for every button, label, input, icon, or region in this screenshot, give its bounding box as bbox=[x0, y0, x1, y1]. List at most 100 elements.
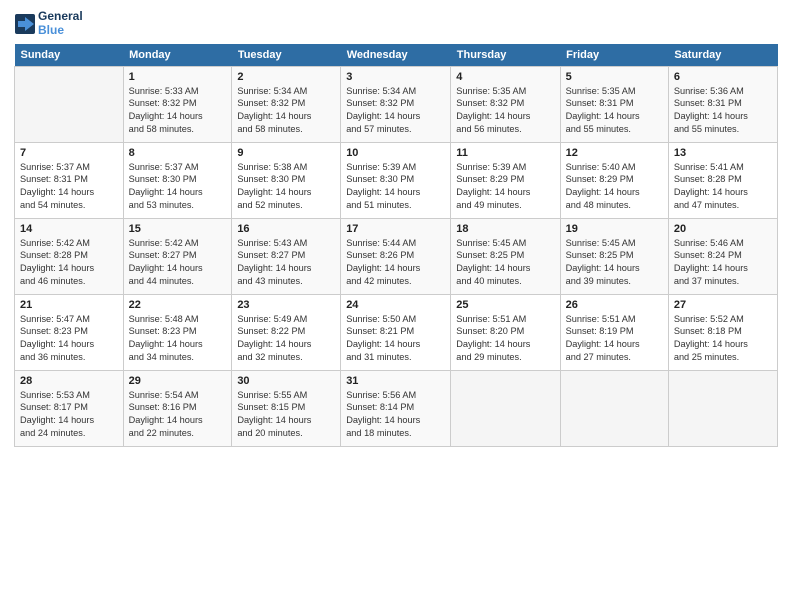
calendar-cell: 22 Sunrise: 5:48 AMSunset: 8:23 PMDayligh… bbox=[123, 294, 232, 370]
day-number: 12 bbox=[566, 147, 663, 159]
calendar-cell: 12 Sunrise: 5:40 AMSunset: 8:29 PMDayligh… bbox=[560, 142, 668, 218]
calendar-cell: 18 Sunrise: 5:45 AMSunset: 8:25 PMDayligh… bbox=[451, 218, 560, 294]
calendar-cell: 29 Sunrise: 5:54 AMSunset: 8:16 PMDayligh… bbox=[123, 370, 232, 446]
day-info: Sunrise: 5:42 AMSunset: 8:28 PMDaylight:… bbox=[20, 237, 118, 289]
col-header-monday: Monday bbox=[123, 44, 232, 67]
day-number: 28 bbox=[20, 375, 118, 387]
col-header-sunday: Sunday bbox=[15, 44, 124, 67]
day-number: 24 bbox=[346, 299, 445, 311]
day-info: Sunrise: 5:46 AMSunset: 8:24 PMDaylight:… bbox=[674, 237, 772, 289]
day-info: Sunrise: 5:44 AMSunset: 8:26 PMDaylight:… bbox=[346, 237, 445, 289]
day-number: 14 bbox=[20, 223, 118, 235]
logo-text-blue: Blue bbox=[38, 24, 83, 38]
calendar-cell: 31 Sunrise: 5:56 AMSunset: 8:14 PMDayligh… bbox=[341, 370, 451, 446]
calendar-cell: 7 Sunrise: 5:37 AMSunset: 8:31 PMDaylight… bbox=[15, 142, 124, 218]
col-header-thursday: Thursday bbox=[451, 44, 560, 67]
day-info: Sunrise: 5:43 AMSunset: 8:27 PMDaylight:… bbox=[237, 237, 335, 289]
day-info: Sunrise: 5:51 AMSunset: 8:20 PMDaylight:… bbox=[456, 313, 554, 365]
calendar-cell: 20 Sunrise: 5:46 AMSunset: 8:24 PMDayligh… bbox=[668, 218, 777, 294]
calendar-cell: 6 Sunrise: 5:36 AMSunset: 8:31 PMDaylight… bbox=[668, 66, 777, 142]
calendar-cell: 14 Sunrise: 5:42 AMSunset: 8:28 PMDayligh… bbox=[15, 218, 124, 294]
logo: General Blue bbox=[14, 10, 83, 38]
col-header-friday: Friday bbox=[560, 44, 668, 67]
day-number: 5 bbox=[566, 71, 663, 83]
day-info: Sunrise: 5:49 AMSunset: 8:22 PMDaylight:… bbox=[237, 313, 335, 365]
day-info: Sunrise: 5:39 AMSunset: 8:29 PMDaylight:… bbox=[456, 161, 554, 213]
day-info: Sunrise: 5:42 AMSunset: 8:27 PMDaylight:… bbox=[129, 237, 227, 289]
day-info: Sunrise: 5:51 AMSunset: 8:19 PMDaylight:… bbox=[566, 313, 663, 365]
day-number: 30 bbox=[237, 375, 335, 387]
day-info: Sunrise: 5:34 AMSunset: 8:32 PMDaylight:… bbox=[237, 85, 335, 137]
day-number: 9 bbox=[237, 147, 335, 159]
day-info: Sunrise: 5:37 AMSunset: 8:30 PMDaylight:… bbox=[129, 161, 227, 213]
calendar-cell: 11 Sunrise: 5:39 AMSunset: 8:29 PMDayligh… bbox=[451, 142, 560, 218]
calendar-cell: 16 Sunrise: 5:43 AMSunset: 8:27 PMDayligh… bbox=[232, 218, 341, 294]
day-info: Sunrise: 5:37 AMSunset: 8:31 PMDaylight:… bbox=[20, 161, 118, 213]
day-number: 20 bbox=[674, 223, 772, 235]
day-info: Sunrise: 5:56 AMSunset: 8:14 PMDaylight:… bbox=[346, 389, 445, 441]
day-number: 29 bbox=[129, 375, 227, 387]
day-info: Sunrise: 5:45 AMSunset: 8:25 PMDaylight:… bbox=[566, 237, 663, 289]
day-number: 2 bbox=[237, 71, 335, 83]
calendar-cell: 26 Sunrise: 5:51 AMSunset: 8:19 PMDayligh… bbox=[560, 294, 668, 370]
day-number: 15 bbox=[129, 223, 227, 235]
day-info: Sunrise: 5:53 AMSunset: 8:17 PMDaylight:… bbox=[20, 389, 118, 441]
day-number: 22 bbox=[129, 299, 227, 311]
day-number: 23 bbox=[237, 299, 335, 311]
day-number: 13 bbox=[674, 147, 772, 159]
calendar-cell bbox=[560, 370, 668, 446]
day-info: Sunrise: 5:34 AMSunset: 8:32 PMDaylight:… bbox=[346, 85, 445, 137]
calendar-cell: 17 Sunrise: 5:44 AMSunset: 8:26 PMDayligh… bbox=[341, 218, 451, 294]
day-number: 6 bbox=[674, 71, 772, 83]
calendar-cell: 19Sunrise: 5:45 AMSunset: 8:25 PMDayligh… bbox=[560, 218, 668, 294]
day-number: 3 bbox=[346, 71, 445, 83]
calendar-cell: 10 Sunrise: 5:39 AMSunset: 8:30 PMDayligh… bbox=[341, 142, 451, 218]
day-info: Sunrise: 5:45 AMSunset: 8:25 PMDaylight:… bbox=[456, 237, 554, 289]
day-number: 11 bbox=[456, 147, 554, 159]
calendar-cell: 27Sunrise: 5:52 AMSunset: 8:18 PMDayligh… bbox=[668, 294, 777, 370]
day-number: 27 bbox=[674, 299, 772, 311]
day-info: Sunrise: 5:47 AMSunset: 8:23 PMDaylight:… bbox=[20, 313, 118, 365]
day-number: 16 bbox=[237, 223, 335, 235]
day-number: 4 bbox=[456, 71, 554, 83]
day-number: 7 bbox=[20, 147, 118, 159]
calendar-cell: 9 Sunrise: 5:38 AMSunset: 8:30 PMDaylight… bbox=[232, 142, 341, 218]
calendar-cell bbox=[15, 66, 124, 142]
calendar-cell: 25Sunrise: 5:51 AMSunset: 8:20 PMDayligh… bbox=[451, 294, 560, 370]
day-number: 17 bbox=[346, 223, 445, 235]
day-info: Sunrise: 5:54 AMSunset: 8:16 PMDaylight:… bbox=[129, 389, 227, 441]
day-number: 10 bbox=[346, 147, 445, 159]
day-number: 26 bbox=[566, 299, 663, 311]
col-header-tuesday: Tuesday bbox=[232, 44, 341, 67]
col-header-saturday: Saturday bbox=[668, 44, 777, 67]
day-info: Sunrise: 5:48 AMSunset: 8:23 PMDaylight:… bbox=[129, 313, 227, 365]
day-info: Sunrise: 5:40 AMSunset: 8:29 PMDaylight:… bbox=[566, 161, 663, 213]
day-info: Sunrise: 5:38 AMSunset: 8:30 PMDaylight:… bbox=[237, 161, 335, 213]
calendar-cell: 13 Sunrise: 5:41 AMSunset: 8:28 PMDayligh… bbox=[668, 142, 777, 218]
calendar-cell: 28 Sunrise: 5:53 AMSunset: 8:17 PMDayligh… bbox=[15, 370, 124, 446]
day-info: Sunrise: 5:35 AMSunset: 8:32 PMDaylight:… bbox=[456, 85, 554, 137]
day-info: Sunrise: 5:50 AMSunset: 8:21 PMDaylight:… bbox=[346, 313, 445, 365]
day-info: Sunrise: 5:55 AMSunset: 8:15 PMDaylight:… bbox=[237, 389, 335, 441]
day-info: Sunrise: 5:35 AMSunset: 8:31 PMDaylight:… bbox=[566, 85, 663, 137]
day-info: Sunrise: 5:41 AMSunset: 8:28 PMDaylight:… bbox=[674, 161, 772, 213]
day-number: 18 bbox=[456, 223, 554, 235]
logo-text-general: General bbox=[38, 10, 83, 24]
calendar-cell: 2 Sunrise: 5:34 AMSunset: 8:32 PMDaylight… bbox=[232, 66, 341, 142]
day-info: Sunrise: 5:39 AMSunset: 8:30 PMDaylight:… bbox=[346, 161, 445, 213]
calendar-cell bbox=[451, 370, 560, 446]
day-info: Sunrise: 5:33 AMSunset: 8:32 PMDaylight:… bbox=[129, 85, 227, 137]
calendar-cell: 15 Sunrise: 5:42 AMSunset: 8:27 PMDayligh… bbox=[123, 218, 232, 294]
calendar-cell: 4 Sunrise: 5:35 AMSunset: 8:32 PMDaylight… bbox=[451, 66, 560, 142]
calendar-cell: 1Sunrise: 5:33 AMSunset: 8:32 PMDaylight… bbox=[123, 66, 232, 142]
day-number: 21 bbox=[20, 299, 118, 311]
calendar-cell: 21 Sunrise: 5:47 AMSunset: 8:23 PMDayligh… bbox=[15, 294, 124, 370]
calendar-cell: 23 Sunrise: 5:49 AMSunset: 8:22 PMDayligh… bbox=[232, 294, 341, 370]
day-number: 8 bbox=[129, 147, 227, 159]
calendar-cell: 3 Sunrise: 5:34 AMSunset: 8:32 PMDaylight… bbox=[341, 66, 451, 142]
day-info: Sunrise: 5:36 AMSunset: 8:31 PMDaylight:… bbox=[674, 85, 772, 137]
calendar-cell: 24 Sunrise: 5:50 AMSunset: 8:21 PMDayligh… bbox=[341, 294, 451, 370]
logo-icon bbox=[14, 13, 36, 35]
calendar-cell: 5 Sunrise: 5:35 AMSunset: 8:31 PMDaylight… bbox=[560, 66, 668, 142]
day-number: 31 bbox=[346, 375, 445, 387]
